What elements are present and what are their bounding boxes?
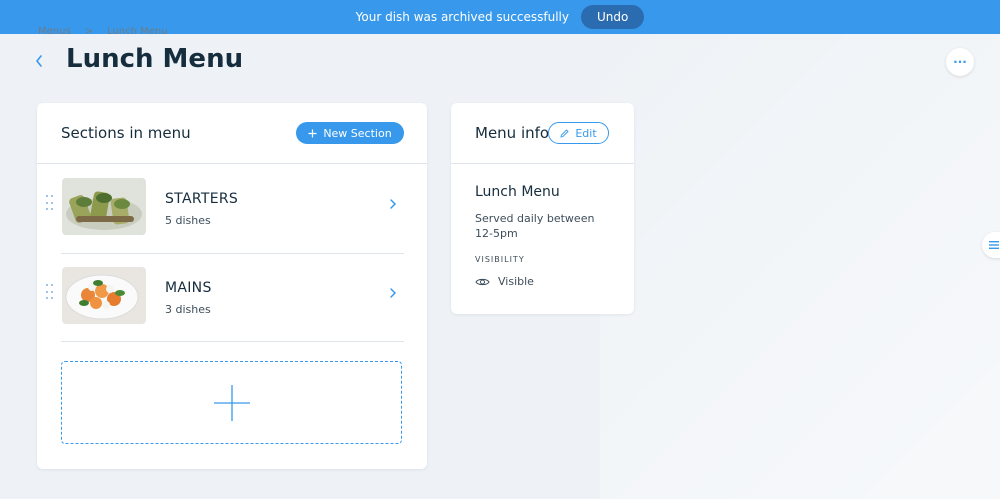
menu-name: Lunch Menu: [475, 184, 560, 200]
visibility-status: Visible: [475, 275, 534, 288]
chevron-right-icon: [389, 198, 397, 214]
pencil-icon: [560, 128, 569, 138]
section-row-starters[interactable]: STARTERS 5 dishes: [45, 165, 405, 253]
edit-label: Edit: [575, 126, 597, 140]
undo-button[interactable]: Undo: [580, 5, 645, 29]
breadcrumb-separator: >: [84, 26, 94, 37]
drag-handle-icon[interactable]: [46, 195, 54, 213]
section-dish-count: 5 dishes: [165, 214, 211, 227]
section-thumbnail-mains: [62, 267, 146, 324]
new-section-label: New Section: [323, 126, 392, 140]
breadcrumb-menus-link[interactable]: Menus: [38, 26, 71, 38]
plus-icon: [213, 384, 250, 421]
section-thumbnail-starters: [62, 178, 146, 235]
visibility-value: Visible: [498, 275, 534, 288]
section-dish-count: 3 dishes: [165, 303, 211, 316]
drag-handle-icon[interactable]: [46, 284, 54, 302]
section-name: STARTERS: [165, 191, 239, 207]
breadcrumb-current: Lunch Menu: [107, 26, 168, 37]
section-name: MAINS: [165, 280, 212, 296]
menu-description: Served daily between 12-5pm: [475, 212, 595, 240]
chevron-left-icon: [35, 55, 42, 67]
background-decoration: [600, 34, 1000, 499]
toast-message: Your dish was archived successfully: [355, 10, 569, 24]
list-icon: [989, 241, 999, 249]
chevron-right-icon: [389, 287, 397, 303]
add-section-dropzone[interactable]: [61, 361, 402, 444]
breadcrumb: Menus > Lunch Menu: [38, 26, 168, 38]
sections-card-header: Sections in menu New Section: [37, 103, 427, 164]
page-title: Lunch Menu: [66, 44, 244, 74]
eye-icon: [475, 278, 490, 285]
back-button[interactable]: [34, 54, 50, 72]
edit-menu-info-button[interactable]: Edit: [548, 122, 609, 144]
visibility-label: VISIBILITY: [475, 255, 525, 264]
more-actions-button[interactable]: ···: [946, 48, 974, 76]
more-icon: ···: [953, 55, 967, 69]
new-section-button[interactable]: New Section: [296, 122, 404, 144]
plus-icon: [308, 129, 317, 137]
menu-info-header: Menu info Edit: [451, 103, 634, 164]
row-divider: [61, 341, 404, 342]
section-row-mains[interactable]: MAINS 3 dishes: [45, 254, 405, 342]
menu-info-card: Menu info Edit Lunch Menu Served daily b…: [451, 103, 634, 314]
sections-card-title: Sections in menu: [61, 124, 191, 142]
menu-info-title: Menu info: [475, 124, 550, 142]
